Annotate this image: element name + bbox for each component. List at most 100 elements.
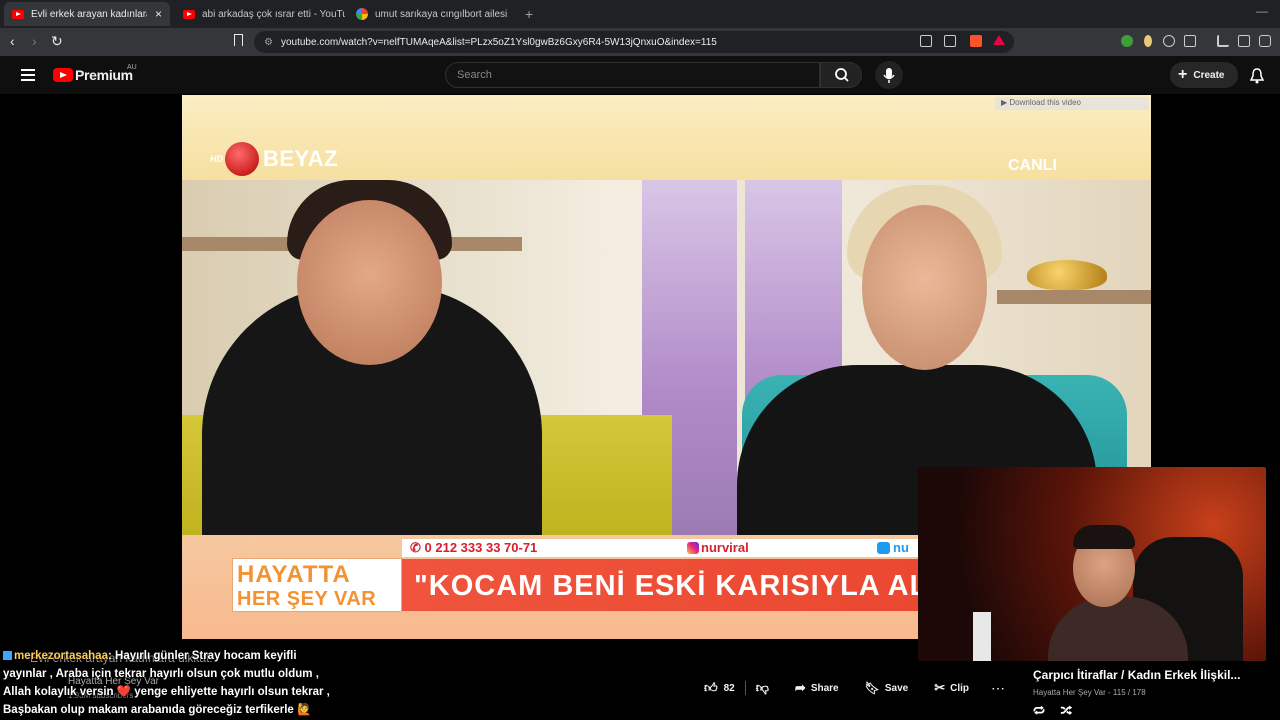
sidebar-icon[interactable] <box>1238 35 1250 47</box>
live-label: CANLI <box>1008 157 1057 174</box>
url-text: youtube.com/watch?v=nelfTUMAqeA&list=PLz… <box>280 36 717 48</box>
share-page-icon[interactable] <box>944 35 956 47</box>
download-video-button[interactable]: ▶ Download this video <box>995 97 1149 110</box>
playlist-controls: 🔁︎ 🔀︎ <box>1033 703 1072 720</box>
video-actions: 👍︎ 82 👎︎ ➦ Share 🔖︎ Save ✂ Clip ⋯ <box>694 675 1012 701</box>
like-count: 82 <box>723 682 735 694</box>
chat-badge-icon <box>3 651 12 660</box>
voice-search-button[interactable] <box>875 61 903 89</box>
google-favicon-icon <box>356 8 368 20</box>
clip-label: Clip <box>950 682 970 694</box>
chat-username: merkezortasahaa <box>14 650 108 662</box>
playlist-position: 115 / 178 <box>1112 688 1146 697</box>
loop-icon[interactable]: 🔁︎ <box>1033 704 1045 718</box>
address-bar[interactable]: ⚙ youtube.com/watch?v=nelfTUMAqeA&list=P… <box>254 31 1014 53</box>
playlist-meta: Hayatta Her Şey Var - 115 / 178 <box>1033 688 1146 697</box>
instagram-text: nurviral <box>701 540 749 555</box>
extensions-puzzle-icon[interactable] <box>1163 35 1175 47</box>
tab-title: abi arkadaş çok ısrar etti - YouTube <box>202 8 345 20</box>
close-tab-icon[interactable]: × <box>155 7 162 21</box>
show-logo: HAYATTA HER ŞEY VAR <box>232 558 402 612</box>
headline-text: "KOCAM BENİ ESKİ KARISIYLA AL <box>414 570 929 602</box>
scissors-icon: ✂ <box>934 680 946 695</box>
browser-tab-1[interactable]: Evli erkek arayan kadınlara dikkat × <box>4 2 170 26</box>
thumbs-down-icon[interactable]: 👎︎ <box>756 680 769 696</box>
instagram-handle: nurviral <box>687 540 749 555</box>
plus-icon: + <box>1178 66 1188 83</box>
hd-label: HD <box>210 154 223 164</box>
streamer-webcam <box>918 467 1266 661</box>
wallet-icon[interactable] <box>1259 35 1271 47</box>
youtube-logo[interactable]: Premium AU <box>53 64 137 83</box>
guest-face <box>297 200 442 365</box>
playlist-channel: Hayatta Her Şey Var <box>1033 688 1106 697</box>
minimize-window-icon[interactable]: — <box>1256 4 1268 18</box>
twitter-handle: nu <box>877 540 909 555</box>
share-button[interactable]: ➦ Share <box>784 675 849 701</box>
like-dislike-button[interactable]: 👍︎ 82 👎︎ <box>694 675 779 701</box>
bookmark-icon: 🔖︎ <box>864 681 880 695</box>
logo-region: AU <box>127 64 137 71</box>
beyaz-text: BEYAZ <box>263 146 339 171</box>
new-tab-icon[interactable]: + <box>525 6 533 22</box>
tab-title: Evli erkek arayan kadınlara dikkat <box>31 8 147 20</box>
extension-icon[interactable] <box>1144 35 1152 47</box>
playlist-panel[interactable]: Çarpıcı İtiraflar / Kadın Erkek İlişkil.… <box>1022 661 1280 720</box>
shelf <box>997 290 1151 304</box>
phone-text: 0 212 333 33 70-71 <box>424 540 538 555</box>
shuffle-icon[interactable]: 🔀︎ <box>1060 704 1072 718</box>
create-label: Create <box>1193 69 1225 81</box>
clip-button[interactable]: ✂ Clip <box>924 675 980 701</box>
brave-rewards-icon[interactable] <box>993 35 1005 45</box>
watch-page: HD BEYAZ CANLI ▶ Download this video HAY… <box>0 94 1280 720</box>
media-control-icon[interactable] <box>1217 35 1229 47</box>
create-button[interactable]: + Create <box>1170 62 1238 88</box>
site-info-icon[interactable]: ⚙ <box>264 37 273 48</box>
golden-vase <box>1027 260 1107 290</box>
more-options-icon[interactable]: ⋯ <box>985 675 1012 701</box>
youtube-favicon-icon <box>183 9 195 19</box>
notifications-bell-icon[interactable] <box>1250 68 1264 84</box>
cast-icon[interactable] <box>920 35 932 47</box>
back-icon[interactable]: ‹ <box>10 33 15 49</box>
divider <box>744 681 746 695</box>
twitter-icon <box>877 542 890 554</box>
tab-title: umut sarıkaya cıngılbort ailesi - Goog <box>375 8 510 20</box>
show-title-line-2: HER ŞEY VAR <box>237 588 377 610</box>
browser-tab-2[interactable]: abi arkadaş çok ısrar etti - YouTube <box>175 2 345 26</box>
extension-icon[interactable] <box>1121 35 1133 47</box>
microphone <box>973 612 991 661</box>
chat-line: Başbakan olup makam arabanıda göreceğiz … <box>3 704 312 716</box>
bookmark-icon[interactable] <box>234 34 243 46</box>
menu-icon[interactable] <box>21 69 35 81</box>
search-input[interactable]: Search <box>445 62 820 88</box>
logo-text: Premium <box>75 67 133 83</box>
host-face <box>862 205 987 370</box>
browser-tab-3[interactable]: umut sarıkaya cıngılbort ailesi - Goog <box>348 2 518 26</box>
browser-toolbar: ‹ › ↻ ⚙ youtube.com/watch?v=nelfTUMAqeA&… <box>0 28 1280 56</box>
beyaz-logo-icon <box>225 142 259 176</box>
browser-tab-bar: Evli erkek arayan kadınlara dikkat × abi… <box>0 0 1280 28</box>
chat-overlay: merkezortasahaa: Hayırlı günler Stray ho… <box>3 647 348 719</box>
youtube-favicon-icon <box>12 9 24 19</box>
search-button[interactable] <box>820 62 862 88</box>
chat-line: merkezortasahaa: Hayırlı günler Stray ho… <box>3 647 348 665</box>
streamer-hair <box>1073 525 1135 549</box>
forward-icon[interactable]: › <box>32 33 37 49</box>
search-icon <box>835 68 849 82</box>
share-label: Share <box>810 682 839 694</box>
playlist-title: Çarpıcı İtiraflar / Kadın Erkek İlişkil.… <box>1033 668 1241 682</box>
phone-number: ✆ 0 212 333 33 70-71 <box>410 540 538 555</box>
chat-text: Hayırlı günler Stray hocam keyifli <box>115 650 297 662</box>
brave-shield-icon[interactable] <box>970 35 982 47</box>
youtube-play-logo-icon <box>53 68 73 82</box>
channel-logo-beyaz: HD BEYAZ <box>210 142 338 176</box>
screenshot-icon[interactable] <box>1184 35 1196 47</box>
save-button[interactable]: 🔖︎ Save <box>854 675 919 701</box>
instagram-icon <box>687 542 699 554</box>
reload-icon[interactable]: ↻ <box>51 33 63 50</box>
thumbs-up-icon[interactable]: 👍︎ <box>704 680 718 696</box>
save-label: Save <box>884 682 909 694</box>
microphone-icon <box>883 68 895 83</box>
show-title-line-1: HAYATTA <box>237 561 351 588</box>
